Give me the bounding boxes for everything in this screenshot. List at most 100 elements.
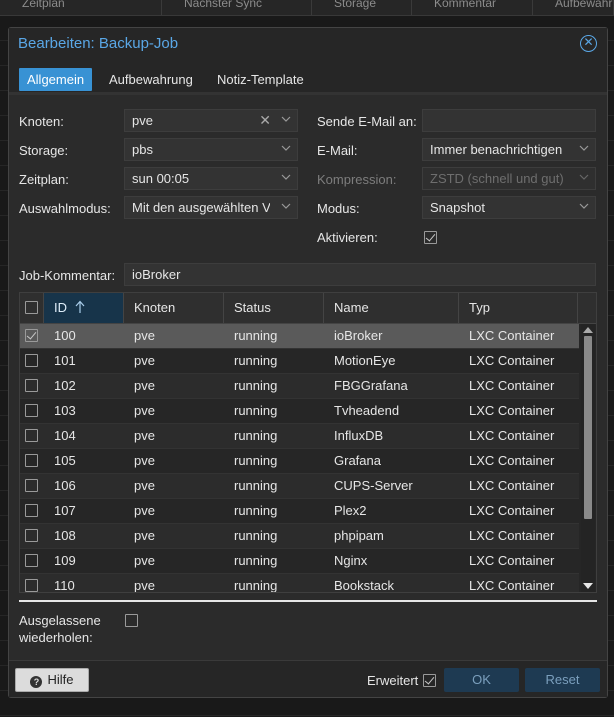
aktivieren-checkbox[interactable] xyxy=(424,231,437,244)
storage-select[interactable]: pbs xyxy=(124,138,298,161)
table-row[interactable]: 110 pve running Bookstack LXC Container xyxy=(20,574,579,593)
row-checkbox[interactable] xyxy=(25,429,38,442)
cell-name: FBGGrafana xyxy=(334,378,408,393)
chevron-down-icon[interactable] xyxy=(281,143,291,153)
row-checkbox[interactable] xyxy=(25,479,38,492)
email-label: E-Mail: xyxy=(317,143,358,158)
row-checkbox[interactable] xyxy=(25,354,38,367)
cell-typ: LXC Container xyxy=(469,453,555,468)
select-all-checkbox[interactable] xyxy=(25,301,38,314)
table-row[interactable]: 105 pve running Grafana LXC Container xyxy=(20,449,579,474)
modus-label: Modus: xyxy=(317,201,360,216)
email-select[interactable]: Immer benachrichtigen xyxy=(422,138,596,161)
cell-status: running xyxy=(234,578,278,593)
table-row[interactable]: 108 pve running phpipam LXC Container xyxy=(20,524,579,549)
select-all-header[interactable] xyxy=(20,293,44,323)
cell-typ: LXC Container xyxy=(469,353,555,368)
kommentar-label: Job-Kommentar: xyxy=(19,268,116,283)
cell-status: running xyxy=(234,353,278,368)
cell-knoten: pve xyxy=(134,353,155,368)
cell-knoten: pve xyxy=(134,378,155,393)
repeat-missed-label-line1: Ausgelassene xyxy=(19,613,101,628)
row-checkbox[interactable] xyxy=(25,554,38,567)
cell-name: Bookstack xyxy=(334,578,394,593)
zeitplan-label: Zeitplan: xyxy=(19,172,69,187)
cell-knoten: pve xyxy=(134,478,155,493)
chevron-down-icon[interactable] xyxy=(579,201,589,211)
cell-typ: LXC Container xyxy=(469,503,555,518)
zeitplan-value: sun 00:05 xyxy=(132,171,190,186)
cell-status: running xyxy=(234,503,278,518)
cell-id: 108 xyxy=(54,528,76,543)
chevron-down-icon[interactable] xyxy=(281,201,291,211)
row-checkbox[interactable] xyxy=(25,454,38,467)
chevron-down-icon[interactable] xyxy=(281,172,291,182)
table-row[interactable]: 103 pve running Tvheadend LXC Container xyxy=(20,399,579,424)
tab-notiz-template[interactable]: Notiz-Template xyxy=(209,68,312,91)
scroll-down-arrow-icon[interactable] xyxy=(583,583,593,589)
chevron-down-icon[interactable] xyxy=(281,114,291,124)
kommentar-input[interactable]: ioBroker xyxy=(124,263,596,286)
background-grid-header: Zeitplan Nächster Sync Storage Kommentar… xyxy=(0,0,614,16)
knoten-select[interactable]: pve ✕ xyxy=(124,109,298,132)
column-header-typ[interactable]: Typ xyxy=(459,293,578,323)
cell-status: running xyxy=(234,428,278,443)
cell-name: Grafana xyxy=(334,453,381,468)
cell-knoten: pve xyxy=(134,528,155,543)
grid-scrollbar[interactable] xyxy=(581,324,595,592)
row-checkbox[interactable] xyxy=(25,529,38,542)
close-icon[interactable]: ✕ xyxy=(580,35,597,52)
bg-column-next-sync: Nächster Sync xyxy=(162,0,312,15)
help-button[interactable]: ? Hilfe xyxy=(15,668,89,692)
row-checkbox[interactable] xyxy=(25,329,38,342)
kompression-label: Kompression: xyxy=(317,172,397,187)
cell-typ: LXC Container xyxy=(469,403,555,418)
chevron-down-icon[interactable] xyxy=(579,143,589,153)
tab-allgemein[interactable]: Allgemein xyxy=(19,68,93,91)
row-checkbox[interactable] xyxy=(25,404,38,417)
kompression-value: ZSTD (schnell und gut) xyxy=(430,171,564,186)
grid-header: ID Knoten Status Name Typ xyxy=(20,293,596,324)
row-checkbox[interactable] xyxy=(25,379,38,392)
cell-id: 105 xyxy=(54,453,76,468)
column-header-name[interactable]: Name xyxy=(324,293,459,323)
cell-knoten: pve xyxy=(134,503,155,518)
scroll-up-arrow-icon[interactable] xyxy=(583,327,593,333)
column-header-knoten[interactable]: Knoten xyxy=(124,293,224,323)
modus-value: Snapshot xyxy=(430,200,485,215)
auswahlmodus-select[interactable]: Mit den ausgewählten VMs xyxy=(124,196,298,219)
advanced-checkbox[interactable] xyxy=(423,674,436,687)
zeitplan-select[interactable]: sun 00:05 xyxy=(124,167,298,190)
tab-aufbewahrung[interactable]: Aufbewahrung xyxy=(101,68,201,91)
cell-status: running xyxy=(234,378,278,393)
modus-select[interactable]: Snapshot xyxy=(422,196,596,219)
cell-id: 110 xyxy=(54,578,75,593)
chevron-down-icon xyxy=(579,174,589,180)
table-row[interactable]: 106 pve running CUPS-Server LXC Container xyxy=(20,474,579,499)
cell-knoten: pve xyxy=(134,553,155,568)
table-row[interactable]: 102 pve running FBGGrafana LXC Container xyxy=(20,374,579,399)
ok-button[interactable]: OK xyxy=(444,668,519,692)
clear-icon[interactable]: ✕ xyxy=(259,110,271,131)
cell-typ: LXC Container xyxy=(469,478,555,493)
column-header-status[interactable]: Status xyxy=(224,293,324,323)
row-checkbox[interactable] xyxy=(25,504,38,517)
table-row[interactable]: 104 pve running InfluxDB LXC Container xyxy=(20,424,579,449)
sort-ascending-icon xyxy=(75,300,85,313)
help-icon: ? xyxy=(30,676,43,688)
email-to-input[interactable] xyxy=(422,109,596,132)
table-row[interactable]: 109 pve running Nginx LXC Container xyxy=(20,549,579,574)
repeat-missed-checkbox[interactable] xyxy=(125,614,138,627)
dialog-footer: ? Hilfe Erweitert OK Reset xyxy=(9,660,607,697)
bg-column-storage: Storage xyxy=(312,0,412,15)
scrollbar-thumb[interactable] xyxy=(584,336,592,519)
table-row[interactable]: 100 pve running ioBroker LXC Container xyxy=(20,324,579,349)
dialog-titlebar[interactable]: Bearbeiten: Backup-Job ✕ xyxy=(9,28,607,59)
table-row[interactable]: 101 pve running MotionEye LXC Container xyxy=(20,349,579,374)
column-header-id[interactable]: ID xyxy=(44,293,124,323)
reset-button[interactable]: Reset xyxy=(525,668,600,692)
row-checkbox[interactable] xyxy=(25,579,38,592)
grid-divider xyxy=(19,600,597,602)
table-row[interactable]: 107 pve running Plex2 LXC Container xyxy=(20,499,579,524)
bg-column-comment: Kommentar xyxy=(412,0,533,15)
